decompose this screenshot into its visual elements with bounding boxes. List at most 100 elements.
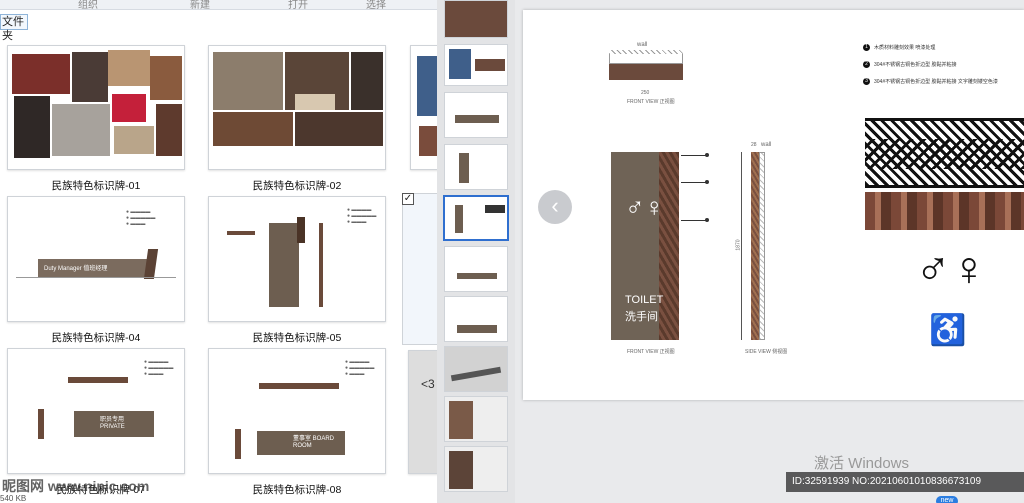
sign-plan-top [609, 64, 683, 80]
man-woman-icon: ♂♀ [625, 192, 664, 222]
notes-list: 1 木质材料雕刻效果 喷漆处理 2 304#不锈钢古铜色折边型 胶黏并粘接 3 … [863, 44, 1021, 85]
dim-side: 1870 [735, 239, 742, 251]
file-name-04[interactable]: 民族特色标识牌-04 [7, 330, 185, 345]
file-thumb-07[interactable]: ● ▬▬▬▬ ● ▬▬▬▬▬ ● ▬▬▬ 职员专用 PRIVATE [7, 348, 185, 474]
material-swatch [52, 104, 110, 156]
partial-label: <3 [421, 377, 435, 391]
strip-thumb-selected[interactable] [443, 195, 509, 241]
sign-side-view [751, 152, 759, 340]
material-swatch [475, 59, 505, 71]
file-name-08[interactable]: 民族特色标识牌-08 [208, 482, 386, 497]
drawing-page: wall 250 FRONT VIEW 正视图 ♂♀ TOILET 洗手间 FR… [523, 10, 1024, 400]
sign-end-04 [143, 249, 159, 279]
file-thumb-04[interactable]: ● ▬▬▬▬ ● ▬▬▬▬▬ ● ▬▬▬ Duty Manager 值班经理 [7, 196, 185, 322]
select-checkbox[interactable]: ✓ [402, 193, 414, 205]
note-item: 3 304#不锈钢古铜色折边型 胶黏并粘接 文字雕刻镂空色漆 [863, 78, 1021, 85]
strip-thumb[interactable] [444, 446, 508, 492]
material-swatch [419, 126, 437, 156]
activate-windows: 激活 Windows [814, 455, 910, 472]
sign-board-07: 职员专用 PRIVATE [74, 411, 154, 437]
note-lines: ● ▬▬▬▬ ● ▬▬▬▬▬ ● ▬▬▬ [144, 359, 174, 377]
dim-top: 250 [641, 90, 650, 96]
leader-2 [681, 182, 707, 183]
sign-text-07: 职员专用 PRIVATE [100, 417, 125, 430]
sign-side [235, 429, 241, 459]
note-text: 304#不锈钢古铜色折边型 胶黏并粘接 [874, 62, 957, 68]
note-num: 1 [863, 44, 870, 51]
sign-mini [459, 153, 469, 183]
previous-image-button[interactable]: ‹ [538, 190, 572, 224]
wall-side [759, 152, 765, 340]
sign-board-04: Duty Manager 值班经理 [38, 259, 150, 277]
material-swatch [112, 94, 146, 122]
note-num: 2 [863, 61, 870, 68]
note-lines: ● ▬▬▬▬ ● ▬▬▬▬▬ ● ▬▬▬ [345, 359, 375, 377]
leader-3 [681, 220, 707, 221]
file-thumb-01[interactable] [7, 45, 185, 170]
sign-mini [457, 273, 497, 279]
sign-text-04: Duty Manager 值班经理 [44, 266, 108, 272]
pattern-mini [485, 205, 505, 213]
strip-thumb[interactable] [444, 0, 508, 38]
totem-side-05 [319, 223, 323, 307]
toilet-sign-front: ♂♀ TOILET 洗手间 [611, 152, 679, 340]
note-lines: ● ▬▬▬▬ ● ▬▬▬▬▬ ● ▬▬▬ [347, 207, 377, 225]
note-item: 2 304#不锈钢古铜色折边型 胶黏并粘接 [863, 61, 1021, 68]
file-thumb-03-partial[interactable] [410, 45, 440, 170]
leader-dot [705, 153, 709, 157]
note-lines: ● ▬▬▬▬ ● ▬▬▬▬▬ ● ▬▬▬ [126, 209, 156, 227]
file-thumb-08[interactable]: ● ▬▬▬▬ ● ▬▬▬▬▬ ● ▬▬▬ 董事室 BOARD ROOM [208, 348, 386, 474]
ribbon-organize[interactable]: 组织 [78, 0, 98, 11]
sign-board-08: 董事室 BOARD ROOM [257, 431, 345, 455]
strip-thumb[interactable] [444, 144, 508, 190]
strip-thumb[interactable] [444, 346, 508, 392]
toilet-text-en: TOILET [625, 294, 664, 306]
strip-thumb[interactable] [444, 296, 508, 342]
material-swatch [295, 94, 335, 110]
site-watermark: 昵图网 www.nipic.com [2, 478, 150, 494]
ribbon-new[interactable]: 新建 [190, 0, 210, 11]
strip-thumb[interactable] [444, 396, 508, 442]
strip-thumb[interactable] [444, 246, 508, 292]
file-name-02[interactable]: 民族特色标识牌-02 [208, 178, 386, 193]
totem-front-05 [269, 223, 299, 307]
material-swatch [108, 50, 150, 86]
file-thumb-02[interactable] [208, 45, 386, 170]
ribbon-select[interactable]: 选择 [366, 0, 386, 11]
material-swatch [449, 49, 471, 79]
material-swatch [150, 56, 182, 100]
new-badge: new [936, 496, 958, 503]
wood-carving-strip [865, 192, 1024, 230]
material-swatch [72, 52, 108, 102]
dim-depth: 28 [751, 142, 757, 148]
plan-caption: FRONT VIEW 正视图 [627, 99, 675, 105]
sign-mini [457, 325, 497, 333]
sign-plan [68, 377, 128, 383]
file-thumb-06-partial[interactable] [402, 193, 440, 345]
status-size: 540 KB [0, 494, 27, 503]
sign-text-08: 董事室 BOARD ROOM [293, 436, 335, 449]
note-text: 木质材料雕刻效果 喷漆处理 [874, 45, 936, 51]
pattern-cross [865, 139, 1024, 169]
toilet-text-cn: 洗手间 [625, 311, 658, 323]
strip-thumb[interactable] [444, 92, 508, 138]
wood-panel-edge [659, 152, 679, 340]
ethnic-pattern [865, 118, 1024, 188]
front-caption: FRONT VIEW 正视图 [627, 349, 675, 355]
file-thumb-09-partial[interactable]: <3 [408, 350, 440, 474]
material-swatch [351, 52, 383, 110]
thumbnail-strip[interactable] [437, 0, 515, 503]
ribbon-open[interactable]: 打开 [288, 0, 308, 11]
file-name-05[interactable]: 民族特色标识牌-05 [208, 330, 386, 345]
file-thumb-05[interactable]: ● ▬▬▬▬ ● ▬▬▬▬▬ ● ▬▬▬ [208, 196, 386, 322]
sign-mini [455, 115, 499, 123]
note-text: 304#不锈钢古铜色折边型 胶黏并粘接 文字雕刻镂空色漆 [874, 79, 998, 85]
side-caption: SIDE VIEW 侧视图 [745, 349, 788, 355]
file-name-01[interactable]: 民族特色标识牌-01 [7, 178, 185, 193]
material-swatch [14, 96, 50, 158]
material-swatch [417, 56, 437, 116]
strip-thumb[interactable] [444, 44, 508, 86]
folder-label[interactable]: 文件夹 [0, 14, 28, 42]
wall-label-side: wall [761, 142, 772, 148]
sign-mini [455, 205, 463, 233]
